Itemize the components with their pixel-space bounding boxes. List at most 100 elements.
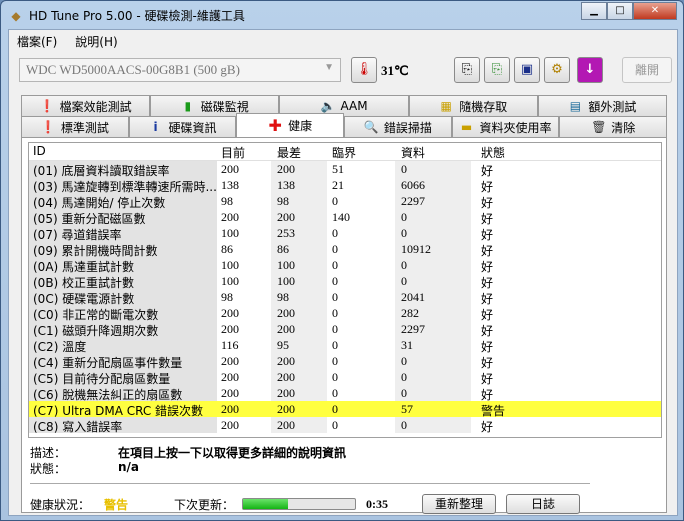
cell-raw-data: 0 (401, 210, 407, 224)
cell-current: 100 (221, 258, 239, 272)
table-row[interactable]: (C5) 目前待分配扇區數量 200 200 0 0 好 (29, 369, 661, 386)
maximize-button[interactable]: □ (607, 2, 633, 20)
update-progress-bar (242, 498, 357, 510)
cell-worst: 98 (277, 194, 289, 208)
cell-threshold: 0 (332, 194, 338, 208)
magnifier-icon: 🔍 (363, 120, 379, 134)
menu-bar: 檔案(F) 說明(H) (9, 30, 677, 52)
tab-label: 健康 (288, 119, 313, 133)
cell-worst: 200 (277, 210, 295, 224)
tab-label: AAM (340, 99, 368, 113)
table-row[interactable]: (C7) Ultra DMA CRC 錯誤次數 200 200 0 57 警告 (29, 401, 661, 418)
tab-benchmark[interactable]: ❗ 標準測試 (21, 116, 129, 137)
table-row[interactable]: (07) 尋道錯誤率 100 253 0 0 好 (29, 225, 661, 242)
cell-worst: 100 (277, 258, 295, 272)
tab-label: 磁碟監視 (200, 99, 249, 114)
col-data[interactable]: 資料 (401, 144, 425, 161)
folder-icon: ▬ (460, 120, 473, 134)
status-bar: 健康狀況： 警告 下次更新： 0:35 重新整理 日誌 (30, 493, 660, 515)
table-row[interactable]: (C2) 溫度 116 95 0 31 好 (29, 337, 661, 354)
save-icon[interactable]: ▣ (514, 57, 540, 83)
refresh-button[interactable]: 重新整理 (422, 494, 497, 514)
tab-erase[interactable]: 🗑 清除 (559, 116, 668, 137)
health-value: 警告 (104, 497, 129, 512)
cell-raw-data: 0 (401, 162, 407, 176)
table-row[interactable]: (05) 重新分配磁區數 200 200 140 0 好 (29, 209, 661, 226)
menu-file[interactable]: 檔案(F) (17, 33, 57, 49)
tab-label: 標準測試 (60, 120, 109, 135)
cell-raw-data: 0 (401, 354, 407, 368)
drive-select-value: WDC WD5000AACS-00G8B1 (500 gB) (26, 62, 240, 77)
col-current[interactable]: 目前 (221, 144, 245, 161)
thermometer-icon[interactable]: 🌡 (351, 57, 377, 83)
copy-text-button[interactable]: ⎘ (454, 57, 480, 83)
trash-icon: 🗑 (591, 120, 607, 134)
cell-threshold: 0 (332, 402, 338, 416)
tab-file-benchmark[interactable]: ❗ 檔案效能測試 (21, 95, 151, 116)
tab-info[interactable]: i 硬碟資訊 (128, 116, 237, 137)
col-worst[interactable]: 最差 (277, 144, 301, 161)
cell-attr-name: (C8) 寫入錯誤率 (33, 420, 123, 434)
table-row[interactable]: (03) 馬達旋轉到標準轉速所需時... 138 138 21 6066 好 (29, 177, 661, 194)
menu-help[interactable]: 說明(H) (75, 33, 117, 49)
cell-current: 100 (221, 226, 239, 240)
table-row[interactable]: (0A) 馬達重試計數 100 100 0 0 好 (29, 257, 661, 274)
cell-current: 200 (221, 370, 239, 384)
table-row[interactable]: (C8) 寫入錯誤率 200 200 0 0 好 (29, 417, 661, 434)
log-button[interactable]: 日誌 (506, 494, 581, 514)
cell-threshold: 0 (332, 306, 338, 320)
table-row[interactable]: (0B) 校正重試計數 100 100 0 0 好 (29, 273, 661, 290)
countdown: 0:35 (366, 496, 389, 511)
tab-label: 檔案效能測試 (59, 99, 132, 114)
table-row[interactable]: (09) 累計開機時間計數 86 86 0 10912 好 (29, 241, 661, 258)
tab-folder-usage[interactable]: ▬ 資料夾使用率 (451, 116, 560, 137)
options-icon[interactable]: ⚙ (544, 57, 570, 83)
table-row[interactable]: (01) 底層資料讀取錯誤率 200 200 51 0 好 (29, 161, 661, 178)
bar-chart-icon: ▮ (184, 99, 192, 113)
cell-threshold: 0 (332, 386, 338, 400)
cell-threshold: 0 (332, 418, 338, 432)
cell-raw-data: 2297 (401, 194, 425, 208)
cell-raw-data: 2297 (401, 322, 425, 336)
table-row[interactable]: (C4) 重新分配扇區事件數量 200 200 0 0 好 (29, 353, 661, 370)
cell-raw-data: 2041 (401, 290, 425, 304)
copy-image-button[interactable]: ⎘ (484, 57, 510, 83)
cell-threshold: 140 (332, 210, 350, 224)
cell-current: 98 (221, 290, 233, 304)
cell-worst: 200 (277, 418, 295, 432)
cell-raw-data: 0 (401, 274, 407, 288)
exit-button[interactable]: 離開 (622, 57, 672, 83)
cell-raw-data: 0 (401, 258, 407, 272)
exclamation-icon: ❗ (40, 120, 56, 134)
smart-table[interactable]: ID 目前 最差 臨界 資料 狀態 (01) 底層資料讀取錯誤率 200 200 51… (28, 142, 662, 438)
tab-health[interactable]: ✚ 健康 (236, 113, 345, 137)
cell-current: 86 (221, 242, 233, 256)
cell-worst: 253 (277, 226, 295, 240)
calculator-icon: ▤ (569, 99, 582, 113)
tab-error-scan[interactable]: 🔍 錯誤掃描 (344, 116, 452, 137)
chevron-down-icon: ▼ (324, 62, 334, 73)
download-icon[interactable]: ↓ (577, 57, 603, 83)
tab-label: 清除 (611, 120, 636, 135)
cell-current: 200 (221, 162, 239, 176)
health-label: 健康狀況： (30, 497, 91, 512)
minimize-button[interactable]: ▁ (581, 2, 607, 20)
tab-label: 隨機存取 (459, 99, 508, 114)
cell-worst: 200 (277, 354, 295, 368)
table-row[interactable]: (0C) 硬碟電源計數 98 98 0 2041 好 (29, 289, 661, 306)
table-row[interactable]: (C6) 脫機無法糾正的扇區數 200 200 0 0 好 (29, 385, 661, 402)
table-row[interactable]: (04) 馬達開始/ 停止次數 98 98 0 2297 好 (29, 193, 661, 210)
drive-select[interactable]: WDC WD5000AACS-00G8B1 (500 gB) ▼ (19, 58, 341, 82)
tab-extra-tests[interactable]: ▤ 額外測試 (537, 95, 668, 116)
table-row[interactable]: (C1) 磁頭升降週期次數 200 200 0 2297 好 (29, 321, 661, 338)
cell-threshold: 0 (332, 258, 338, 272)
col-threshold[interactable]: 臨界 (332, 144, 356, 161)
cell-raw-data: 57 (401, 402, 413, 416)
tab-random-access[interactable]: ▦ 隨機存取 (408, 95, 538, 116)
window-title: HD Tune Pro 5.00 - 硬碟檢測-維護工具 (29, 9, 245, 23)
table-row[interactable]: (C0) 非正常的斷電次數 200 200 0 282 好 (29, 305, 661, 322)
col-status[interactable]: 狀態 (481, 144, 505, 161)
close-button[interactable]: ✕ (633, 2, 677, 20)
col-id[interactable]: ID (33, 144, 219, 158)
cell-raw-data: 6066 (401, 178, 425, 192)
